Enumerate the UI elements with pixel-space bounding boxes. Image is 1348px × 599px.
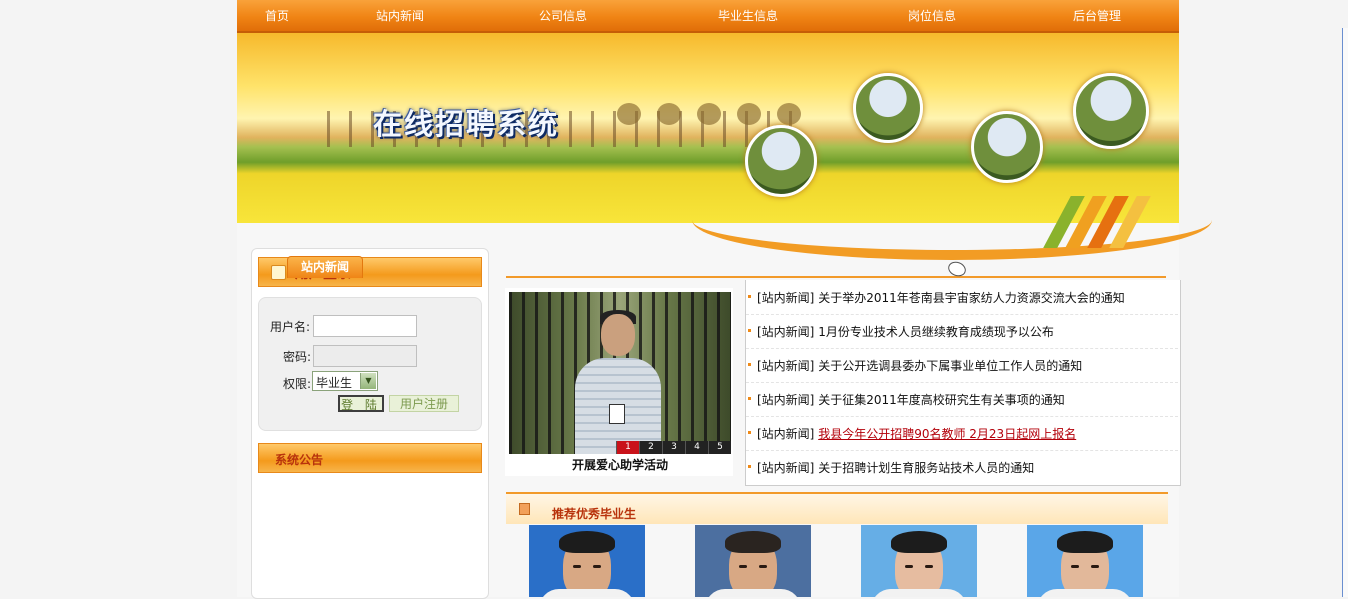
nav-news[interactable]: 站内新闻: [376, 7, 424, 24]
left-sidebar: 用户登录 用户名: 密码: 权限: 毕业生 ▼ 登 陆 用户注册 系统公告: [251, 248, 489, 599]
nav-graduates[interactable]: 毕业生信息: [718, 7, 778, 24]
news-list: [站内新闻] 关于举办2011年苍南县宇宙家纺人力资源交流大会的通知 [站内新闻…: [745, 280, 1181, 486]
graduate-photo[interactable]: [861, 525, 977, 597]
site-title: 在线招聘系统: [373, 107, 560, 141]
news-divider: [506, 276, 1166, 278]
password-label: 密码:: [283, 350, 312, 364]
slideshow-pager: 1 2 3 4 5: [616, 441, 731, 454]
news-link: 关于举办2011年苍南县宇宙家纺人力资源交流大会的通知: [818, 291, 1125, 305]
news-link: 关于公开选调县委办下属事业单位工作人员的通知: [818, 359, 1083, 373]
slide-page-button[interactable]: 1: [616, 441, 639, 454]
banner-photo-circle: [853, 73, 923, 143]
role-select-value: 毕业生: [316, 376, 353, 390]
nav-home[interactable]: 首页: [265, 7, 289, 24]
slide-page-button[interactable]: 5: [708, 441, 731, 454]
notice-panel-header: 系统公告: [258, 443, 482, 473]
news-tag: [站内新闻]: [757, 325, 815, 339]
slideshow-caption[interactable]: 开展爱心助学活动: [509, 456, 731, 473]
username-label: 用户名:: [270, 320, 311, 334]
news-link-highlighted[interactable]: 我县今年公开招聘90名教师 2月23日起网上报名: [818, 427, 1076, 441]
slide-page-button[interactable]: 2: [639, 441, 662, 454]
role-label: 权限:: [283, 377, 312, 391]
login-button[interactable]: 登 陆: [338, 395, 384, 412]
arrow-icon: [519, 503, 530, 515]
news-tag: [站内新闻]: [757, 427, 815, 441]
list-item[interactable]: [站内新闻] 1月份专业技术人员继续教育成绩现予以公布: [746, 314, 1178, 349]
list-item[interactable]: [站内新闻] 关于征集2011年度高校研究生有关事项的通知: [746, 382, 1178, 417]
graduate-photo[interactable]: [1027, 525, 1143, 597]
tab-site-news[interactable]: 站内新闻: [287, 256, 363, 278]
news-tag: [站内新闻]: [757, 359, 815, 373]
user-icon: [271, 265, 286, 280]
list-item[interactable]: [站内新闻] 我县今年公开招聘90名教师 2月23日起网上报名: [746, 416, 1178, 451]
news-link: 关于招聘计划生育服务站技术人员的通知: [818, 461, 1035, 475]
news-tag: [站内新闻]: [757, 291, 815, 305]
password-input[interactable]: [313, 345, 417, 367]
list-item[interactable]: [站内新闻] 关于举办2011年苍南县宇宙家纺人力资源交流大会的通知: [746, 280, 1178, 315]
banner-photo-circle: [1073, 73, 1149, 149]
list-item[interactable]: [站内新闻] 关于公开选调县委办下属事业单位工作人员的通知: [746, 348, 1178, 383]
graduate-photo[interactable]: [695, 525, 811, 597]
graduates-title: 推荐优秀毕业生: [552, 507, 637, 521]
username-input[interactable]: [313, 315, 417, 337]
graduates-header: 推荐优秀毕业生: [506, 492, 1168, 524]
top-nav: 首页 站内新闻 公司信息 毕业生信息 岗位信息 后台管理: [237, 0, 1179, 33]
register-button[interactable]: 用户注册: [389, 395, 459, 412]
notice-title: 系统公告: [275, 453, 324, 467]
nav-company[interactable]: 公司信息: [539, 7, 587, 24]
nav-jobs[interactable]: 岗位信息: [908, 7, 956, 24]
list-item[interactable]: [站内新闻] 关于招聘计划生育服务站技术人员的通知: [746, 450, 1178, 484]
role-select[interactable]: 毕业生 ▼: [312, 371, 378, 391]
slide-page-button[interactable]: 4: [685, 441, 708, 454]
banner-photo-circle: [971, 111, 1043, 183]
news-link: 1月份专业技术人员继续教育成绩现予以公布: [818, 325, 1054, 339]
nav-admin[interactable]: 后台管理: [1073, 7, 1121, 24]
slideshow-image[interactable]: 1 2 3 4 5: [509, 292, 731, 454]
news-tag: [站内新闻]: [757, 393, 815, 407]
slide-page-button[interactable]: 3: [662, 441, 685, 454]
news-link: 关于征集2011年度高校研究生有关事项的通知: [818, 393, 1065, 407]
scrollbar[interactable]: [1342, 28, 1348, 597]
graduate-photo[interactable]: [529, 525, 645, 597]
chevron-down-icon: ▼: [360, 373, 376, 389]
news-slideshow: 1 2 3 4 5 开展爱心助学活动: [505, 288, 733, 476]
news-tag: [站内新闻]: [757, 461, 815, 475]
